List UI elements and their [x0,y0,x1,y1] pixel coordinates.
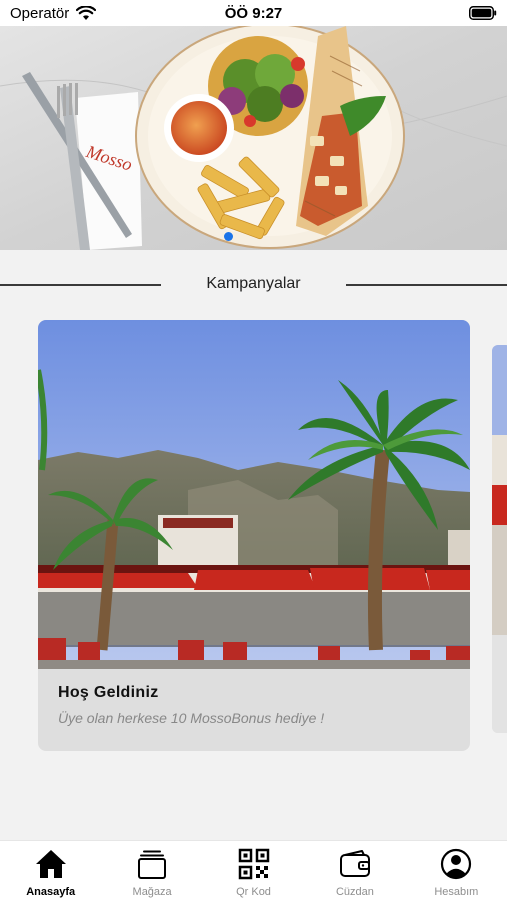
campaigns-section-header: Kampanyalar [0,272,507,298]
tab-account[interactable]: Hesabım [406,841,507,900]
divider-left [0,284,161,286]
campaign-description: Üye olan herkese 10 MossoBonus hediye ! [58,710,325,726]
wallet-icon [339,850,370,877]
section-title: Kampanyalar [206,275,301,292]
campaign-card[interactable]: Hoş Geldiniz Üye olan herkese 10 MossoBo… [38,320,470,751]
home-icon [35,850,66,878]
tab-label: Anasayfa [26,886,76,898]
tab-store[interactable]: Mağaza [101,841,202,900]
tab-bar: Anasayfa Mağaza Qr Kod Cüzdan Hesabım [0,840,507,900]
divider-right [346,284,507,286]
tab-qr-code[interactable]: Qr Kod [203,841,304,900]
tab-wallet[interactable]: Cüzdan [304,841,405,900]
tab-label: Cüzdan [335,886,374,898]
tab-label: Mağaza [132,886,172,898]
hero-banner[interactable]: Mosso [0,26,507,250]
campaign-title: Hoş Geldiniz [58,684,159,701]
status-bar: Operatör ÖÖ 9:27 [0,0,507,26]
qr-code-icon [238,848,269,880]
clock: ÖÖ 9:27 [224,5,283,22]
tab-label: Qr Kod [236,886,271,898]
restaurant-terrace-photo [38,320,470,669]
next-campaign-card[interactable] [492,345,507,733]
tab-label: Hesabım [434,886,479,898]
account-icon [441,848,472,880]
campaign-photo-preview [492,345,507,733]
tab-home[interactable]: Anasayfa [0,841,101,900]
battery-icon [469,6,497,20]
food-plate-photo: Mosso [0,26,507,250]
store-icon [138,850,167,879]
page-indicator-dot [224,232,233,241]
